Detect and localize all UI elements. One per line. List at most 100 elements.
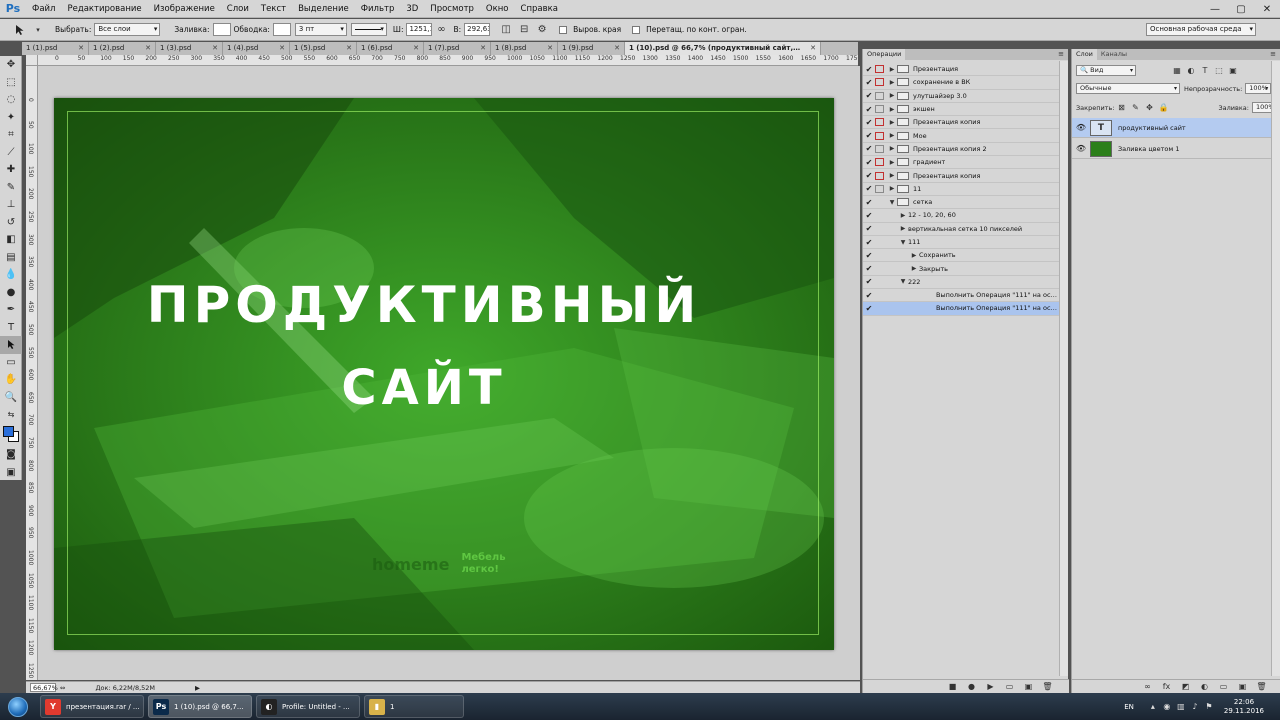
tab-document-1[interactable]: 1 (1).psd ✕ [22,42,89,55]
disclosure-closed-icon[interactable]: ▶ [909,265,919,272]
toggle-check-icon[interactable]: ✔ [863,277,875,286]
disclosure-closed-icon[interactable]: ▶ [887,92,897,99]
maximize-button[interactable]: ▢ [1228,0,1254,18]
toggle-check-icon[interactable]: ✔ [863,251,875,260]
dialog-toggle-icon[interactable] [875,278,884,286]
kind-filter-dropdown[interactable]: 🔍 Вид [1076,65,1136,76]
tab-document-10[interactable]: 1 (10).psd @ 66,7% (продуктивный сайт, R… [625,42,821,55]
pen-tool-icon[interactable]: ✒ [0,301,22,319]
marquee-tool-icon[interactable]: ⬚ [0,74,22,92]
action-row[interactable]: ✔ ▶ Презентация копия [863,116,1059,130]
stroke-style-dropdown[interactable] [350,23,387,36]
brush-tool-icon[interactable]: ✎ [0,179,22,197]
menu-item-4[interactable]: Текст [255,0,292,18]
dialog-toggle-icon[interactable] [875,78,884,87]
action-row[interactable]: ✔ ▶ Презентация [863,63,1059,77]
menu-item-0[interactable]: Файл [26,0,61,18]
dialog-toggle-icon[interactable] [875,291,884,299]
toggle-check-icon[interactable]: ✔ [863,131,875,140]
vertical-ruler[interactable]: 0 50 100 150 200 250 300 350 400 450 500 550 600 650 7… [26,66,38,680]
eraser-tool-icon[interactable]: ◧ [0,231,22,249]
tab-layers[interactable]: Слои [1072,49,1097,60]
screen-mode-icon[interactable]: ▣ [0,464,22,482]
disclosure-closed-icon[interactable]: ▶ [887,119,897,126]
dialog-toggle-icon[interactable] [875,251,884,259]
disclosure-closed-icon[interactable]: ▶ [887,172,897,179]
tab-close-icon[interactable]: ✕ [145,42,151,55]
toggle-check-icon[interactable]: ✔ [863,198,875,207]
align-edges-checkbox[interactable] [559,25,568,34]
disclosure-open-icon[interactable]: ▼ [898,239,908,246]
lock-transparency-icon[interactable]: ⊠ [1114,103,1128,112]
new-action-icon[interactable]: ▣ [1019,682,1038,691]
tab-close-icon[interactable]: ✕ [346,42,352,55]
toggle-check-icon[interactable]: ✔ [863,238,875,247]
toggle-check-icon[interactable]: ✔ [863,291,875,300]
adjustment-layer-icon[interactable]: ◐ [1195,682,1214,691]
dialog-toggle-icon[interactable] [875,225,884,233]
disclosure-closed-icon[interactable]: ▶ [887,66,897,73]
eyedropper-tool-icon[interactable]: ⟋ [0,144,22,162]
disclosure-closed-icon[interactable]: ▶ [887,145,897,152]
action-row[interactable]: ✔ ▶ 12 - 10, 20, 60 [863,209,1059,223]
menu-item-9[interactable]: Окно [480,0,515,18]
dialog-toggle-icon[interactable] [875,238,884,246]
magic-wand-tool-icon[interactable]: ✦ [0,109,22,127]
toggle-check-icon[interactable]: ✔ [863,211,875,220]
blend-mode-dropdown[interactable]: Обычные [1076,83,1180,94]
dialog-toggle-icon[interactable] [875,265,884,273]
quick-mask-icon[interactable]: ◙ [0,446,22,464]
disclosure-closed-icon[interactable]: ▶ [887,185,897,192]
path-arrangement-icon[interactable]: ⚙ [534,22,550,38]
blur-tool-icon[interactable]: 💧 [0,266,22,284]
toggle-check-icon[interactable]: ✔ [863,264,875,273]
filter-adjustment-icon[interactable]: ◐ [1184,66,1198,75]
tab-document-2[interactable]: 1 (2).psd ✕ [89,42,156,55]
taskbar-photoshop[interactable]: Ps 1 (10).psd @ 66,7... [148,695,252,718]
chevron-down-icon[interactable]: ▾ [30,22,46,38]
filter-type-icon[interactable]: T [1198,66,1212,75]
tab-close-icon[interactable]: ✕ [413,42,419,55]
layer-row[interactable]: 👁 Заливка цветом 1 [1072,139,1271,159]
link-icon[interactable]: ∞ [433,22,449,38]
disclosure-closed-icon[interactable]: ▶ [887,106,897,113]
gradient-tool-icon[interactable]: ▤ [0,249,22,267]
zoom-tool-icon[interactable]: 🔍 [0,389,22,407]
select-layers-dropdown[interactable]: Все слои [94,23,161,36]
hand-tool-icon[interactable]: ✋ [0,371,22,389]
trash-icon[interactable]: 🗑 [1038,682,1057,691]
dialog-toggle-icon[interactable] [875,65,884,74]
language-indicator[interactable]: EN [1124,703,1134,711]
menu-item-10[interactable]: Справка [515,0,564,18]
dialog-toggle-icon[interactable] [875,211,884,219]
constrain-checkbox[interactable] [632,25,641,34]
path-alignment-icon[interactable]: ⊟ [516,22,532,38]
disclosure-closed-icon[interactable]: ▶ [887,159,897,166]
menu-item-1[interactable]: Редактирование [61,0,147,18]
status-menu-arrow[interactable]: ▶ [195,684,200,692]
action-row[interactable]: ✔ ▶ сохранение в ВК [863,76,1059,90]
toggle-check-icon[interactable]: ✔ [863,158,875,167]
menu-item-3[interactable]: Слои [221,0,255,18]
menu-item-8[interactable]: Просмотр [424,0,480,18]
filter-pixel-icon[interactable]: ▦ [1170,66,1184,75]
toggle-check-icon[interactable]: ✔ [863,105,875,114]
dialog-toggle-icon[interactable] [875,171,884,180]
new-layer-icon[interactable]: ▣ [1233,682,1252,691]
action-row[interactable]: ✔ ▶ Сохранить [863,249,1059,263]
layer-row[interactable]: 👁 Tпродуктивный сайт [1072,118,1271,138]
stop-recording-icon[interactable]: ■ [943,682,962,691]
filter-smart-icon[interactable]: ▣ [1226,66,1240,75]
dialog-toggle-icon[interactable] [875,131,884,140]
clone-stamp-tool-icon[interactable]: ⊥ [0,196,22,214]
tab-document-5[interactable]: 1 (5).psd ✕ [290,42,357,55]
disclosure-closed-icon[interactable]: ▶ [887,79,897,86]
tray-chevron-icon[interactable]: ▴ [1146,702,1160,711]
action-row[interactable]: ✔ ▶ Презентация копия [863,169,1059,183]
disclosure-closed-icon[interactable]: ▶ [898,212,908,219]
tab-document-8[interactable]: 1 (8).psd ✕ [491,42,558,55]
horizontal-ruler[interactable]: 0 50 100 150 200 250 300 350 400 450 500 550 600 650 7… [38,55,858,66]
action-row[interactable]: ✔ ▼ 222 [863,276,1059,290]
start-button[interactable] [0,693,36,720]
dialog-toggle-icon[interactable] [875,144,884,153]
